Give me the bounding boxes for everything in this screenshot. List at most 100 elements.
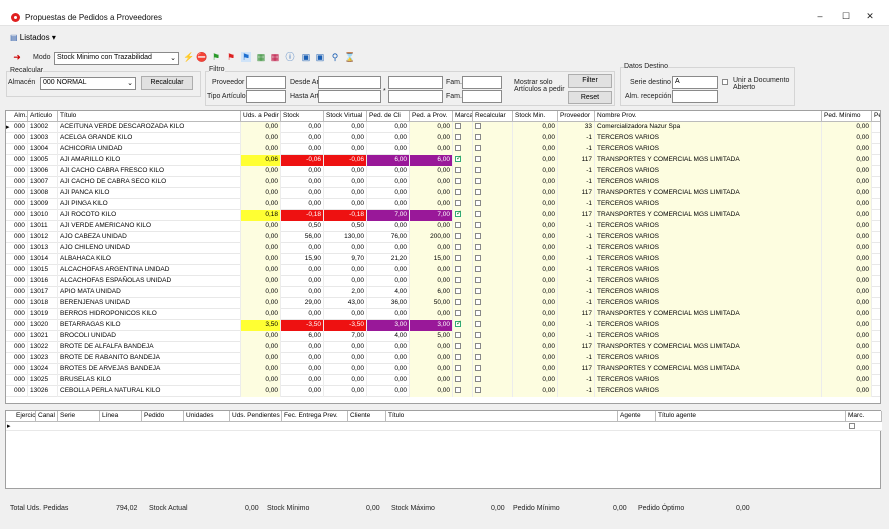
detalle-column-header[interactable]: Marc. [846, 411, 882, 422]
minimize-button[interactable]: ‒ [812, 11, 828, 23]
marca-checkbox[interactable] [455, 178, 461, 185]
marca-checkbox[interactable] [455, 200, 461, 207]
table-row[interactable]: 000 13020 BETARRAGAS KILO 3,50 -3,50 -3,50 3,0… [6, 320, 880, 331]
detalle-column-header[interactable]: Línea [100, 411, 142, 422]
lightning-icon[interactable]: ⚡ [183, 52, 194, 62]
column-header[interactable]: Pe [872, 111, 880, 122]
maximize-button[interactable]: ☐ [838, 11, 854, 23]
column-header[interactable]: Marca [453, 111, 473, 122]
marca-checkbox[interactable] [455, 145, 461, 152]
column-header[interactable]: Ped. de Cli [367, 111, 410, 122]
fam-desde-input[interactable] [388, 76, 443, 89]
hourglass-icon[interactable]: ⌛ [344, 52, 355, 62]
column-header[interactable]: Ped. a Prov. [410, 111, 453, 122]
detalle-column-header[interactable]: Fec. Entrega Prev. [282, 411, 348, 422]
almacen-select[interactable]: 000 NORMAL ⌄ [40, 77, 136, 90]
column-header[interactable]: Stock [281, 111, 324, 122]
detalle-column-header[interactable]: Título [386, 411, 618, 422]
excel-icon[interactable]: ▦ [256, 52, 266, 62]
marca-checkbox[interactable] [455, 156, 461, 163]
tipo-articulo-input[interactable] [246, 90, 286, 103]
report-icon[interactable]: ▦ [270, 52, 280, 62]
modo-select[interactable]: Stock Minimo con Trazabilidad ⌄ [54, 52, 179, 65]
recalcular-checkbox[interactable] [475, 321, 481, 328]
recalcular-checkbox[interactable] [475, 211, 481, 218]
recalcular-checkbox[interactable] [475, 233, 481, 240]
exit-icon[interactable]: ➜ [12, 52, 22, 62]
table-row[interactable]: 000 13025 BRUSELAS KILO 0,00 0,00 0,00 0,00 0,0… [6, 375, 880, 386]
recalcular-checkbox[interactable] [475, 310, 481, 317]
marca-checkbox[interactable] [455, 332, 461, 339]
column-header[interactable]: Alm. [12, 111, 28, 122]
detalle-row[interactable]: ▸ [6, 422, 882, 431]
table-row[interactable]: 000 13011 AJI VERDE AMERICANO KILO 0,00 0,50… [6, 221, 880, 232]
marca-checkbox[interactable] [455, 123, 461, 130]
reset-button[interactable]: Reset [568, 91, 612, 104]
marca-checkbox[interactable] [455, 189, 461, 196]
recalcular-checkbox[interactable] [475, 156, 481, 163]
recalcular-checkbox[interactable] [475, 354, 481, 361]
detalle-column-header[interactable]: Título agente [656, 411, 846, 422]
document-icon[interactable]: ▣ [301, 52, 311, 62]
marca-checkbox[interactable] [455, 277, 461, 284]
column-header[interactable]: Nombre Prov. [595, 111, 822, 122]
recalcular-checkbox[interactable] [475, 244, 481, 251]
marca-checkbox[interactable] [455, 321, 461, 328]
close-button[interactable]: ✕ [862, 11, 878, 23]
table-row[interactable]: 000 13013 AJO CHILENO UNIDAD 0,00 0,00 0,00 0,… [6, 243, 880, 254]
marca-checkbox[interactable] [455, 244, 461, 251]
recalcular-checkbox[interactable] [475, 387, 481, 394]
fam-input-1[interactable] [462, 76, 502, 89]
green-flag-icon[interactable]: ⚑ [211, 52, 221, 62]
recalcular-checkbox[interactable] [475, 189, 481, 196]
table-row[interactable]: 000 13008 AJI PANCA KILO 0,00 0,00 0,00 0,00 0,… [6, 188, 880, 199]
table-row[interactable]: 000 13019 BERROS HIDROPONICOS KILO 0,00 0,00… [6, 309, 880, 320]
recalcular-checkbox[interactable] [475, 376, 481, 383]
recalcular-checkbox[interactable] [475, 288, 481, 295]
marca-checkbox[interactable] [455, 134, 461, 141]
detalle-column-header[interactable]: Unidades [184, 411, 230, 422]
table-row[interactable]: 000 13021 BROCOLI UNIDAD 0,00 6,00 7,00 4,00 5,… [6, 331, 880, 342]
recalcular-checkbox[interactable] [475, 200, 481, 207]
hasta-art-input[interactable] [318, 90, 381, 103]
table-row[interactable]: 000 13016 ALCACHOFAS ESPAÑOLAS UNIDAD 0,00 0… [6, 276, 880, 287]
detalle-column-header[interactable]: Agente [618, 411, 656, 422]
column-header[interactable]: Título [58, 111, 241, 122]
info-icon[interactable]: ⓘ [285, 52, 295, 62]
filter-button[interactable]: Filter [568, 74, 612, 88]
marca-checkbox[interactable] [455, 299, 461, 306]
fam-hasta-input[interactable] [388, 90, 443, 103]
search-icon[interactable]: ⚲ [330, 52, 340, 62]
detalle-column-header[interactable]: Ejercicio [14, 411, 36, 422]
table-row[interactable]: 000 13023 BROTE DE RABANITO BANDEJA 0,00 0,0… [6, 353, 880, 364]
detalle-column-header[interactable]: Pedido [142, 411, 184, 422]
listados-menu[interactable]: ▤ Listados ▾ [10, 33, 56, 42]
alm-recepcion-input[interactable] [672, 90, 718, 103]
table-row[interactable]: 000 13003 ACELGA GRANDE KILO 0,00 0,00 0,00 0,… [6, 133, 880, 144]
marca-checkbox[interactable] [455, 376, 461, 383]
recalcular-checkbox[interactable] [475, 299, 481, 306]
table-row[interactable]: 000 13009 AJI PINGA KILO 0,00 0,00 0,00 0,00 0,… [6, 199, 880, 210]
unir-documento-checkbox[interactable] [722, 79, 728, 85]
recalcular-checkbox[interactable] [475, 123, 481, 130]
marca-checkbox[interactable] [455, 310, 461, 317]
red-flag-icon[interactable]: ⚑ [226, 52, 236, 62]
detalle-column-header[interactable]: Serie [58, 411, 100, 422]
recalcular-checkbox[interactable] [475, 178, 481, 185]
table-row[interactable]: 000 13005 AJI AMARILLO KILO 0,06 -0,06 -0,06 6… [6, 155, 880, 166]
table-row[interactable]: 000 13026 CEBOLLA PERLA NATURAL KILO 0,00 0,… [6, 386, 880, 397]
marca-checkbox[interactable] [455, 266, 461, 273]
proveedor-input[interactable] [246, 76, 286, 89]
marca-checkbox[interactable] [455, 365, 461, 372]
recalcular-checkbox[interactable] [475, 365, 481, 372]
table-row[interactable]: 000 13012 AJO CABEZA UNIDAD 0,00 56,00 130,00… [6, 232, 880, 243]
marc-checkbox[interactable] [849, 423, 855, 429]
detalle-grid[interactable]: EjercicioCanalSerieLíneaPedidoUnidadesUd… [5, 410, 882, 489]
recalcular-button[interactable]: Recalcular [141, 76, 193, 90]
propuestas-grid[interactable]: Alm. Artículo Título Uds. a Pedir Stock Stock… [5, 110, 881, 404]
marca-checkbox[interactable] [455, 167, 461, 174]
recalcular-checkbox[interactable] [475, 343, 481, 350]
table-row[interactable]: 000 13015 ALCACHOFAS ARGENTINA UNIDAD 0,00 0… [6, 265, 880, 276]
column-header[interactable]: Stock Min. [513, 111, 558, 122]
document-edit-icon[interactable]: ▣ [315, 52, 325, 62]
